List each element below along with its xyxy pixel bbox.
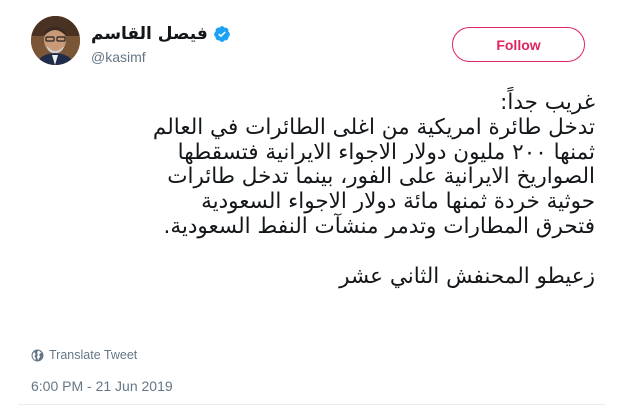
- author-handle[interactable]: @kasimf: [91, 49, 146, 65]
- follow-button[interactable]: Follow: [452, 27, 585, 62]
- tweet-line: الصواريخ الايرانية على الفور، بينما تدخل…: [167, 164, 595, 190]
- author-display-name[interactable]: فيصل القاسم: [91, 24, 208, 44]
- globe-icon: [31, 349, 44, 362]
- divider: [18, 404, 605, 405]
- verified-badge-icon: [213, 25, 231, 43]
- avatar[interactable]: [31, 16, 80, 65]
- profile-photo-icon: [31, 16, 80, 65]
- translate-tweet-link[interactable]: Translate Tweet: [31, 348, 137, 362]
- tweet-line: حوثية خردة ثمنها مائة دولار الاجواء السع…: [201, 189, 595, 215]
- tweet-line: تدخل طائرة امريكية من اغلى الطائرات في ا…: [152, 114, 595, 140]
- tweet-line: زعيطو المحنفش الثاني عشر: [339, 263, 595, 289]
- author-name-row[interactable]: فيصل القاسم: [91, 24, 231, 44]
- tweet-line: غريب جداً:: [500, 90, 595, 115]
- tweet-line: ثمنها ٢٠٠ مليون دولار الاجواء الايرانية …: [177, 139, 595, 165]
- tweet-line-break: [25, 240, 595, 265]
- tweet-card: فيصل القاسم @kasimf Follow غريب جداً: تد…: [0, 0, 623, 409]
- tweet-line: فتحرق المطارات وتدمر منشآت النفط السعودي…: [163, 213, 595, 239]
- translate-label[interactable]: Translate Tweet: [49, 348, 137, 362]
- tweet-timestamp[interactable]: 6:00 PM - 21 Jun 2019: [31, 378, 173, 394]
- tweet-text: غريب جداً: تدخل طائرة امريكية من اغلى ال…: [25, 90, 595, 289]
